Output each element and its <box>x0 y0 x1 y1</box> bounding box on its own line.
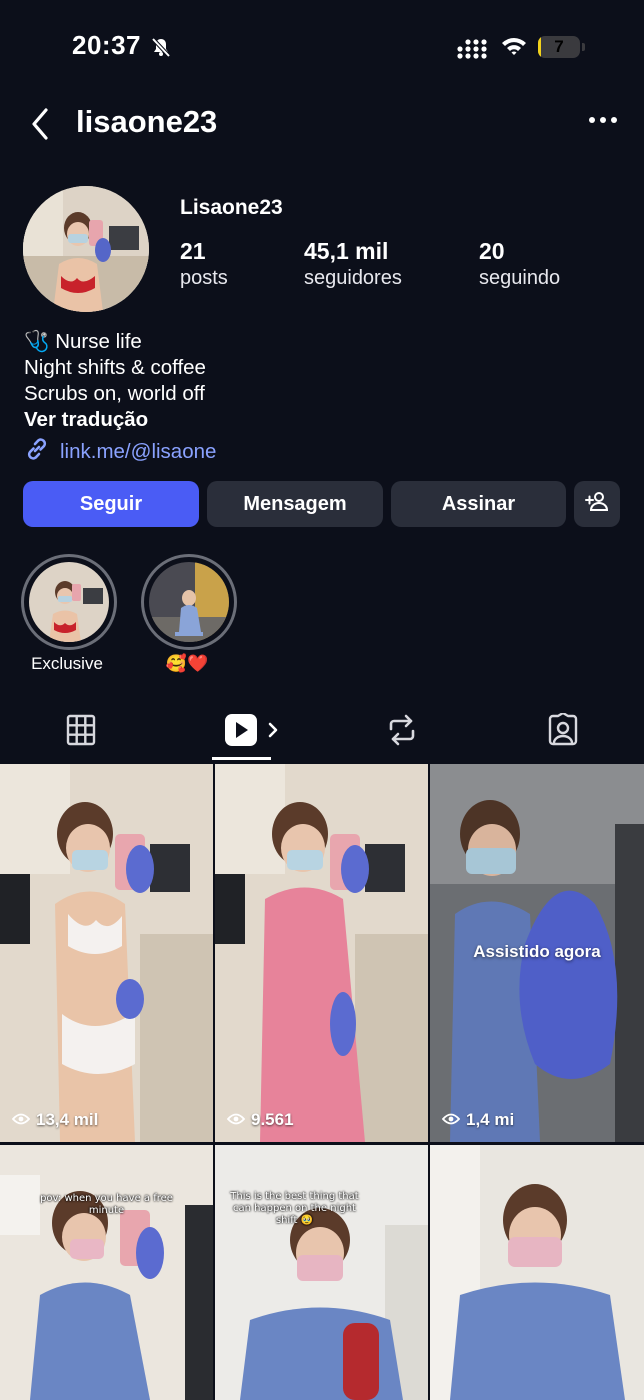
highlight-exclusive-cover <box>29 562 109 642</box>
tagged-icon[interactable] <box>546 711 580 752</box>
bio-line-2: Night shifts & coffee <box>24 356 206 379</box>
battery-cap <box>582 43 585 51</box>
profile-link[interactable]: link.me/@lisaone <box>24 436 216 468</box>
stethoscope-emoji: 🩺 <box>24 330 50 353</box>
follow-button[interactable]: Seguir <box>23 481 199 527</box>
eye-icon <box>226 1110 246 1130</box>
bio-line-1: 🩺 Nurse life <box>24 329 142 355</box>
add-person-icon <box>585 490 609 518</box>
highlight-hearts-cover <box>149 562 229 642</box>
message-button[interactable]: Mensagem <box>207 481 383 527</box>
post-6-thumbnail <box>430 1145 644 1400</box>
post-1-thumbnail <box>0 764 213 1142</box>
post-2-views: 9.561 <box>226 1110 294 1130</box>
highlight-hearts[interactable] <box>141 554 237 650</box>
post-tile-2[interactable]: 9.561 <box>215 764 428 1142</box>
post-tile-3[interactable]: Assistido agora 1,4 mi <box>430 764 644 1142</box>
header-username: lisaone23 <box>76 104 218 139</box>
post-3-views: 1,4 mi <box>441 1110 515 1130</box>
following-count[interactable]: 20 <box>479 238 505 265</box>
bio-line-3: Scrubs on, world off <box>24 382 205 405</box>
post-1-views: 13,4 mil <box>11 1110 99 1130</box>
highlight-exclusive-label: Exclusive <box>31 654 103 673</box>
active-tab-indicator <box>212 757 271 760</box>
reels-icon[interactable] <box>224 713 284 752</box>
post-1-views-text: 13,4 mil <box>36 1110 99 1129</box>
signal-icon <box>456 38 490 65</box>
eye-icon <box>441 1110 461 1130</box>
post-2-views-text: 9.561 <box>251 1110 294 1129</box>
link-icon <box>24 436 50 468</box>
battery-level-text: 7 <box>554 37 564 56</box>
status-time: 20:37 <box>72 30 141 60</box>
posts-count[interactable]: 21 <box>180 238 206 265</box>
avatar[interactable] <box>23 186 149 312</box>
post-4-caption: pov: when you have a free minute <box>40 1193 173 1216</box>
highlight-exclusive[interactable] <box>21 554 117 650</box>
see-translation-link[interactable]: Ver tradução <box>24 407 148 433</box>
eye-icon <box>11 1110 31 1130</box>
add-friend-button[interactable] <box>574 481 620 527</box>
post-tile-6[interactable] <box>430 1145 644 1400</box>
profile-link-text: link.me/@lisaone <box>60 440 217 463</box>
followers-label[interactable]: seguidores <box>304 267 402 290</box>
battery-icon: 7 <box>538 36 580 58</box>
display-name: Lisaone23 <box>180 196 283 219</box>
reposts-icon[interactable] <box>386 713 418 752</box>
post-4-thumbnail <box>0 1145 213 1400</box>
more-dots-icon[interactable] <box>588 112 618 130</box>
highlight-hearts-label: 🥰❤️ <box>165 654 209 673</box>
post-tile-1[interactable]: 13,4 mil <box>0 764 213 1142</box>
following-label[interactable]: seguindo <box>479 267 560 290</box>
subscribe-button[interactable]: Assinar <box>391 481 566 527</box>
bell-slash-icon <box>150 36 172 63</box>
posts-label[interactable]: posts <box>180 267 228 290</box>
grid-icon[interactable] <box>66 714 96 751</box>
post-5-thumbnail <box>215 1145 428 1400</box>
post-3-views-text: 1,4 mi <box>466 1110 515 1129</box>
wifi-icon <box>500 34 528 63</box>
post-5-caption: This is the best thing that can happen o… <box>230 1191 359 1226</box>
followers-count[interactable]: 45,1 mil <box>304 238 388 265</box>
post-2-thumbnail <box>215 764 428 1142</box>
post-tile-5[interactable]: This is the best thing that can happen o… <box>215 1145 428 1400</box>
bio-line-1-text: Nurse life <box>49 330 142 353</box>
post-3-watched-overlay: Assistido agora <box>473 942 601 961</box>
avatar-image <box>23 186 149 312</box>
back-chevron-icon[interactable] <box>26 106 54 147</box>
post-tile-4[interactable]: pov: when you have a free minute <box>0 1145 213 1400</box>
